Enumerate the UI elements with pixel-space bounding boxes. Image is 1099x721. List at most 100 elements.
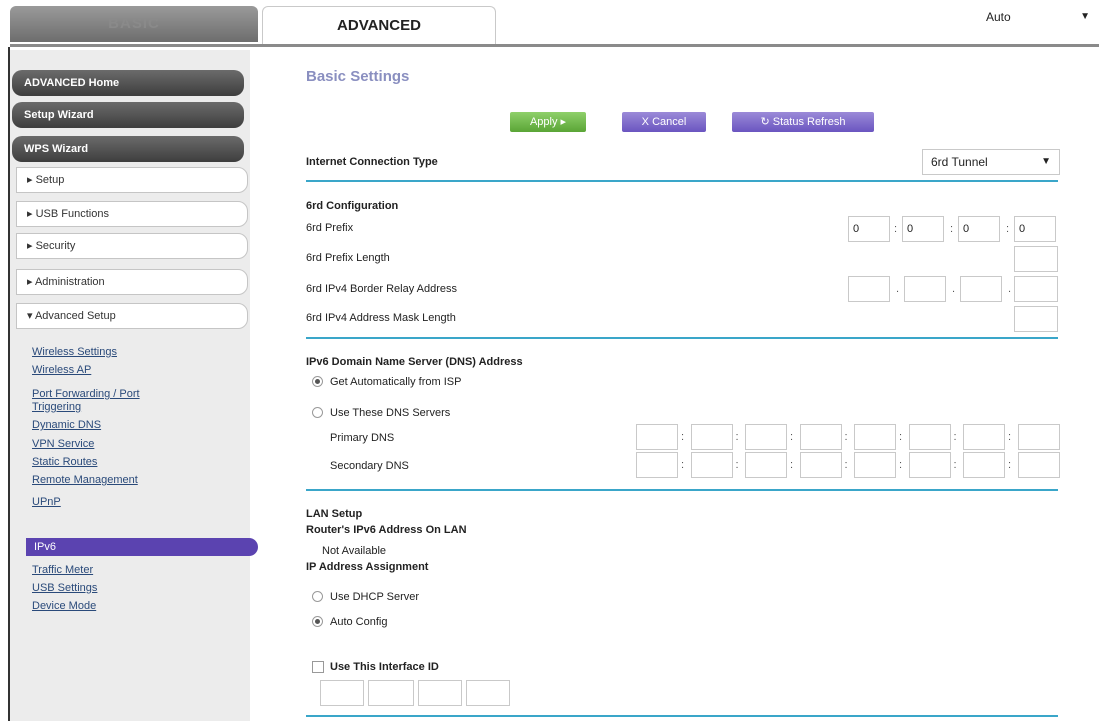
interface-id-field-2[interactable] bbox=[368, 680, 414, 706]
separator-colon: : bbox=[681, 459, 685, 471]
section-divider bbox=[306, 180, 1058, 182]
dns-auto-label: Get Automatically from ISP bbox=[330, 376, 462, 388]
tab-advanced[interactable]: ADVANCED bbox=[262, 6, 496, 44]
auto-config-radio[interactable] bbox=[312, 616, 323, 627]
sixrd-prefix-label: 6rd Prefix bbox=[306, 222, 354, 234]
sidebar-link-traffic-meter[interactable]: Traffic Meter bbox=[32, 564, 93, 577]
separator-colon: : bbox=[894, 223, 898, 235]
primary-dns-field-3[interactable] bbox=[745, 424, 787, 450]
border-relay-field-4[interactable] bbox=[1014, 276, 1058, 302]
separator-dot: . bbox=[952, 283, 956, 295]
separator-colon: : bbox=[953, 431, 957, 443]
primary-dns-field-7[interactable] bbox=[963, 424, 1005, 450]
primary-dns-field-6[interactable] bbox=[908, 424, 951, 450]
sidebar-link-wireless-settings[interactable]: Wireless Settings bbox=[32, 346, 117, 359]
connection-type-select[interactable]: 6rd Tunnel ▼ bbox=[922, 149, 1060, 175]
sixrd-prefix-field-3[interactable]: 0 bbox=[958, 216, 1000, 242]
primary-dns-field-5[interactable] bbox=[854, 424, 896, 450]
border-relay-field-2[interactable] bbox=[904, 276, 946, 302]
cancel-button[interactable]: X Cancel bbox=[622, 112, 706, 132]
interface-id-checkbox[interactable] bbox=[312, 661, 324, 673]
page-title: Basic Settings bbox=[306, 68, 410, 85]
dns-manual-radio[interactable] bbox=[312, 407, 323, 418]
separator-colon: : bbox=[1008, 459, 1012, 471]
secondary-dns-field-3[interactable] bbox=[745, 452, 787, 478]
sidebar-link-ipv6[interactable]: IPv6 bbox=[26, 538, 258, 556]
sidebar-item-security[interactable]: ▸ Security bbox=[16, 233, 248, 259]
sidebar-item-usb-functions[interactable]: ▸ USB Functions bbox=[16, 201, 248, 227]
ip-assignment-label: IP Address Assignment bbox=[306, 561, 429, 573]
primary-dns-field-2[interactable] bbox=[690, 424, 733, 450]
language-select[interactable]: Auto ▼ bbox=[982, 6, 1094, 28]
primary-dns-field-1[interactable] bbox=[636, 424, 678, 450]
sidebar-advanced-home[interactable]: ADVANCED Home bbox=[12, 70, 244, 96]
chevron-down-icon: ▼ bbox=[1080, 11, 1090, 22]
chevron-down-icon: ▼ bbox=[1041, 156, 1051, 167]
secondary-dns-field-8[interactable] bbox=[1017, 452, 1060, 478]
secondary-dns-field-4[interactable] bbox=[799, 452, 842, 478]
sixrd-heading: 6rd Configuration bbox=[306, 200, 399, 212]
section-divider bbox=[306, 715, 1058, 717]
sidebar-item-advanced-setup[interactable]: ▾ Advanced Setup bbox=[16, 303, 248, 329]
sidebar-link-vpn-service[interactable]: VPN Service bbox=[32, 438, 94, 451]
connection-type-label: Internet Connection Type bbox=[306, 156, 438, 168]
top-tab-bar: BASIC ADVANCED Auto ▼ bbox=[0, 0, 1099, 52]
separator-colon: : bbox=[953, 459, 957, 471]
sidebar-link-device-mode[interactable]: Device Mode bbox=[32, 600, 96, 613]
main-content: Basic Settings Apply ▸ X Cancel ↻ Status… bbox=[290, 58, 1090, 721]
separator-colon: : bbox=[899, 459, 903, 471]
interface-id-field-1[interactable] bbox=[320, 680, 364, 706]
sidebar-link-static-routes[interactable]: Static Routes bbox=[32, 456, 97, 469]
secondary-dns-field-2[interactable] bbox=[690, 452, 733, 478]
auto-config-label: Auto Config bbox=[330, 616, 388, 628]
sidebar-item-setup[interactable]: ▸ Setup bbox=[16, 167, 248, 193]
separator-colon: : bbox=[899, 431, 903, 443]
section-divider bbox=[306, 489, 1058, 491]
sixrd-prefix-length-field[interactable] bbox=[1014, 246, 1058, 272]
sidebar-link-usb-settings[interactable]: USB Settings bbox=[32, 582, 97, 595]
interface-id-label: Use This Interface ID bbox=[330, 661, 439, 673]
separator-colon: : bbox=[735, 431, 739, 443]
separator-colon: : bbox=[950, 223, 954, 235]
primary-dns-field-4[interactable] bbox=[799, 424, 842, 450]
dns-auto-radio[interactable] bbox=[312, 376, 323, 387]
secondary-dns-field-1[interactable] bbox=[636, 452, 678, 478]
secondary-dns-field-7[interactable] bbox=[963, 452, 1005, 478]
interface-id-field-4[interactable] bbox=[466, 680, 510, 706]
border-relay-field-3[interactable] bbox=[960, 276, 1002, 302]
tab-underline bbox=[10, 44, 1099, 47]
sixrd-prefix-field-2[interactable]: 0 bbox=[902, 216, 944, 242]
dhcp-server-label: Use DHCP Server bbox=[330, 591, 420, 603]
sixrd-mask-length-field[interactable] bbox=[1014, 306, 1058, 332]
sixrd-prefix-field-1[interactable]: 0 bbox=[848, 216, 890, 242]
secondary-dns-field-5[interactable] bbox=[854, 452, 896, 478]
border-relay-field-1[interactable] bbox=[848, 276, 890, 302]
sidebar-setup-wizard[interactable]: Setup Wizard bbox=[12, 102, 244, 128]
separator-colon: : bbox=[1006, 223, 1010, 235]
status-refresh-button[interactable]: ↻ Status Refresh bbox=[732, 112, 874, 132]
sidebar-link-port-triggering[interactable]: Triggering bbox=[32, 401, 81, 414]
sixrd-prefix-field-4[interactable]: 0 bbox=[1014, 216, 1056, 242]
language-select-value: Auto bbox=[986, 10, 1011, 24]
apply-button[interactable]: Apply ▸ bbox=[510, 112, 586, 132]
connection-type-value: 6rd Tunnel bbox=[931, 155, 988, 169]
sidebar-link-remote-management[interactable]: Remote Management bbox=[32, 474, 138, 487]
interface-id-field-3[interactable] bbox=[418, 680, 462, 706]
sidebar-wps-wizard[interactable]: WPS Wizard bbox=[12, 136, 244, 162]
separator-colon: : bbox=[681, 431, 685, 443]
tab-basic[interactable]: BASIC bbox=[10, 6, 258, 42]
sidebar-link-port-forwarding[interactable]: Port Forwarding / Port bbox=[32, 388, 140, 401]
sidebar-link-dynamic-dns[interactable]: Dynamic DNS bbox=[32, 419, 101, 432]
separator-dot: . bbox=[1008, 283, 1012, 295]
sidebar-link-wireless-ap[interactable]: Wireless AP bbox=[32, 364, 91, 377]
dhcp-server-radio[interactable] bbox=[312, 591, 323, 602]
sidebar-item-administration[interactable]: ▸ Administration bbox=[16, 269, 248, 295]
primary-dns-field-8[interactable] bbox=[1017, 424, 1060, 450]
secondary-dns-field-6[interactable] bbox=[908, 452, 951, 478]
sidebar-link-upnp[interactable]: UPnP bbox=[32, 496, 61, 509]
separator-dot: . bbox=[896, 283, 900, 295]
sidebar: ADVANCED Home Setup Wizard WPS Wizard ▸ … bbox=[10, 50, 258, 721]
separator-colon: : bbox=[735, 459, 739, 471]
separator-colon: : bbox=[790, 431, 794, 443]
router-address-label: Router's IPv6 Address On LAN bbox=[306, 524, 467, 536]
